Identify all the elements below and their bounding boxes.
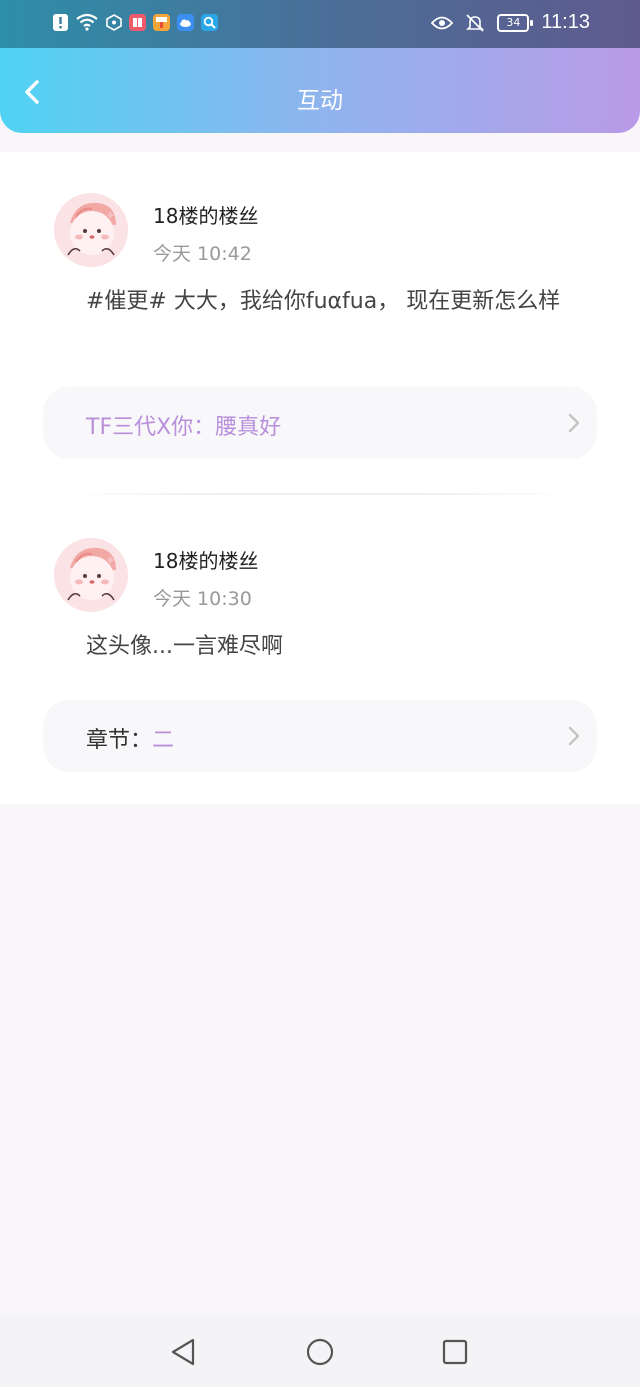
interaction-card: 18楼的楼丝 今天 10:30 这头像...一言难尽啊 章节：二 xyxy=(0,497,640,797)
reference-title: 二 xyxy=(152,728,175,753)
user-name[interactable]: 18楼的楼丝 xyxy=(153,545,258,574)
reference-title: TF三代X你：腰真好 xyxy=(86,415,282,440)
page-title: 互动 xyxy=(297,88,343,114)
system-nav-bar xyxy=(0,1316,640,1387)
reference-text: 章节：二 xyxy=(86,722,174,754)
interaction-card: 18楼的楼丝 今天 10:42 #催更# 大大，我给你fuαfua， 现在更新怎… xyxy=(0,152,640,492)
cloud-app-icon xyxy=(177,13,194,31)
reference-label: 章节： xyxy=(86,728,153,753)
avatar[interactable] xyxy=(54,193,128,267)
comment-content: 这头像...一言难尽啊 xyxy=(86,634,283,659)
interaction-list: 18楼的楼丝 今天 10:42 #催更# 大大，我给你fuαfua， 现在更新怎… xyxy=(0,152,640,804)
post-time: 今天 10:30 xyxy=(153,588,252,610)
recent-square-icon xyxy=(442,1339,468,1365)
home-circle-icon xyxy=(306,1338,334,1366)
book-app-icon xyxy=(129,13,146,31)
avatar[interactable] xyxy=(54,538,128,612)
paint-app-icon xyxy=(153,13,170,31)
status-right-icons: 34 11:13 xyxy=(431,11,590,34)
post-time: 今天 10:42 xyxy=(153,243,252,265)
status-bar: 34 11:13 xyxy=(0,0,640,48)
battery-icon: 34 xyxy=(497,13,534,32)
status-time: 11:13 xyxy=(541,11,590,33)
comment-content: #催更# 大大，我给你fuαfua， 现在更新怎么样 xyxy=(86,289,561,314)
wifi-icon xyxy=(75,13,99,31)
chevron-right-icon xyxy=(568,726,580,746)
eye-icon xyxy=(431,14,454,32)
reference-text: TF三代X你：腰真好 xyxy=(86,409,281,441)
battery-level: 34 xyxy=(506,15,521,29)
user-name[interactable]: 18楼的楼丝 xyxy=(153,200,258,229)
nav-home-button[interactable] xyxy=(304,1336,336,1368)
reference-link[interactable]: 章节：二 xyxy=(43,700,597,772)
search-app-icon xyxy=(201,13,218,31)
bell-off-icon xyxy=(465,13,485,32)
chevron-right-icon xyxy=(568,413,580,433)
nav-back-button[interactable] xyxy=(167,1336,199,1368)
reference-link[interactable]: TF三代X你：腰真好 xyxy=(43,387,597,459)
back-triangle-icon xyxy=(171,1338,195,1366)
nav-recents-button[interactable] xyxy=(439,1336,471,1368)
app-header: 互动 xyxy=(0,48,640,133)
hexagon-icon xyxy=(106,13,122,31)
alert-icon xyxy=(52,13,68,31)
status-left-icons xyxy=(52,13,218,31)
divider xyxy=(70,493,570,495)
